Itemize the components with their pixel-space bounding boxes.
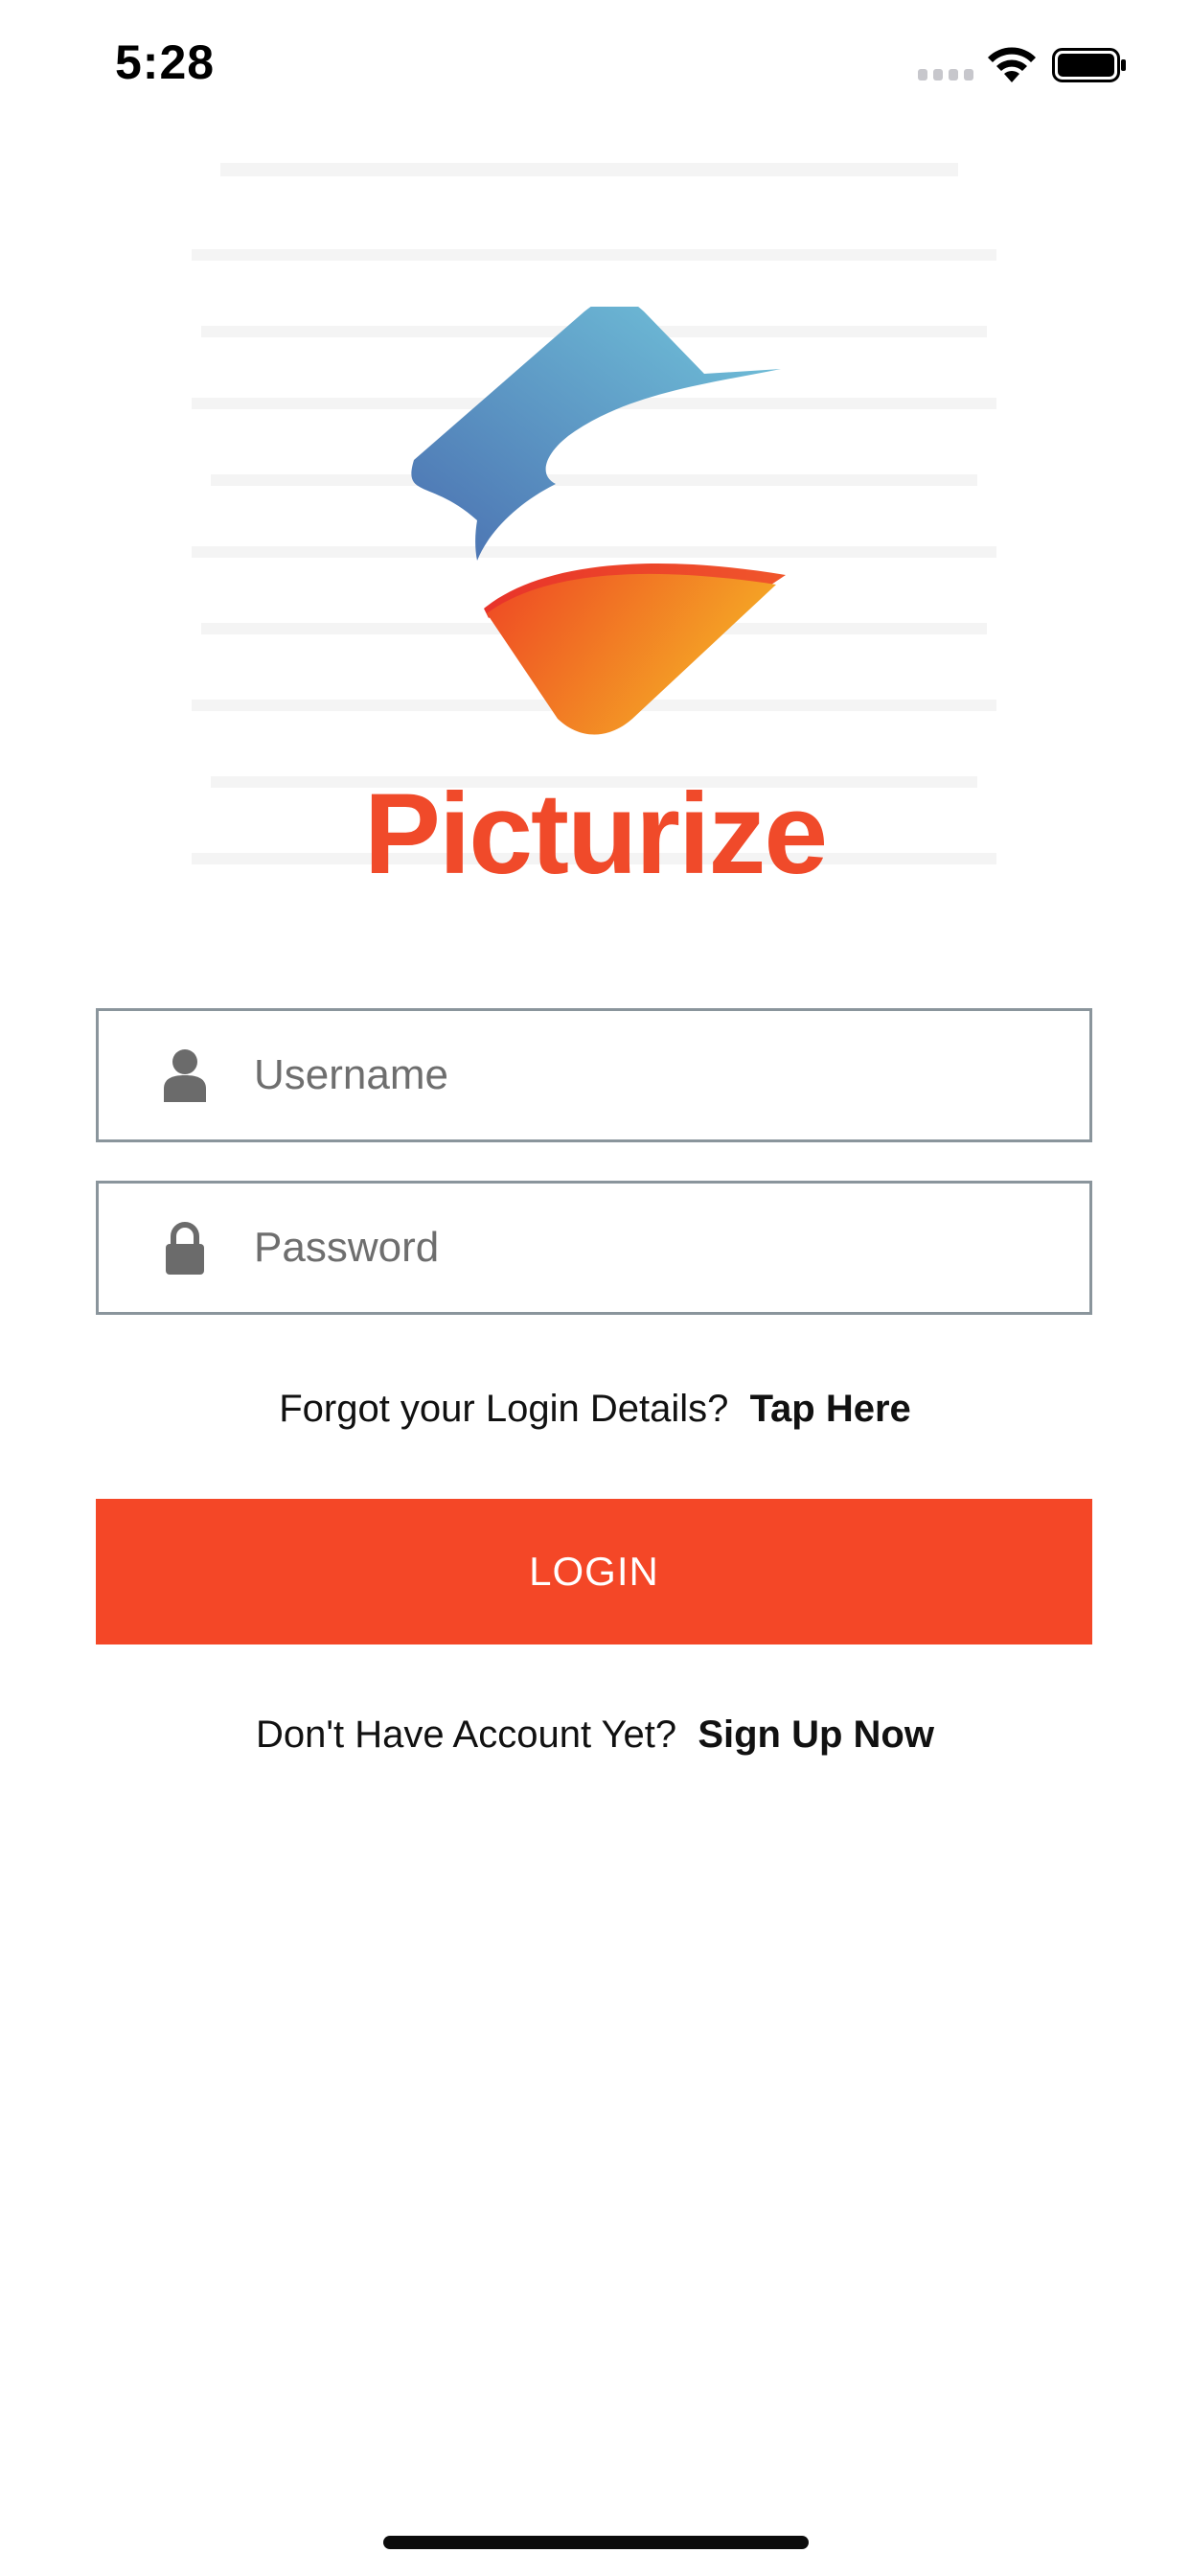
sign-up-now-link[interactable]: Sign Up Now [687, 1714, 934, 1756]
cellular-signal-icon [918, 69, 973, 80]
password-input[interactable] [254, 1200, 1040, 1296]
user-icon [164, 1049, 206, 1102]
tap-here-link[interactable]: Tap Here [739, 1388, 911, 1430]
signup-row: Don't Have Account Yet? Sign Up Now [0, 1706, 1190, 1763]
forgot-prompt: Forgot your Login Details? [279, 1388, 729, 1430]
forgot-login-row: Forgot your Login Details? Tap Here [0, 1380, 1190, 1438]
brand-wordmark: Picturize [363, 770, 828, 898]
signup-prompt: Don't Have Account Yet? [256, 1714, 677, 1756]
status-bar: 5:28 [0, 0, 1190, 126]
wifi-icon [988, 47, 1036, 82]
status-time: 5:28 [115, 35, 216, 89]
picturize-logo-icon [411, 307, 786, 735]
login-button[interactable]: LOGIN [96, 1499, 1092, 1644]
username-field[interactable] [96, 1008, 1092, 1142]
username-input[interactable] [254, 1027, 1040, 1123]
battery-icon [1052, 48, 1126, 82]
password-field[interactable] [96, 1181, 1092, 1315]
lock-icon [166, 1222, 204, 1275]
home-indicator[interactable] [383, 2536, 809, 2549]
